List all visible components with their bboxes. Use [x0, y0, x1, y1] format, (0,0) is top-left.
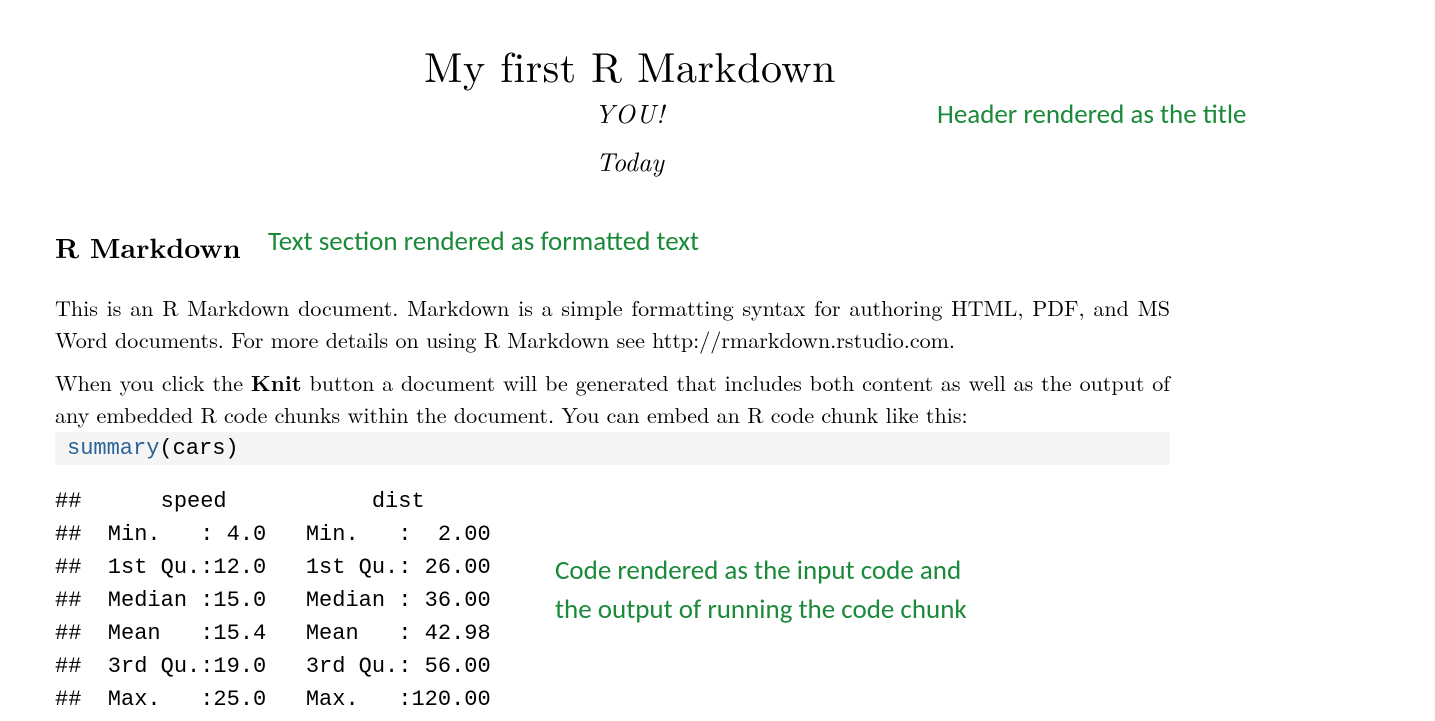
code-args: (cars) — [159, 436, 238, 461]
annotation-code-line1: Code rendered as the input code and — [555, 554, 961, 587]
code-block: summary(cars) — [55, 432, 1170, 465]
document-title: My first R Markdown — [0, 36, 1260, 95]
annotation-code-line2: the output of running the code chunk — [555, 593, 967, 626]
paragraph-2: When you click the Knit button a documen… — [55, 367, 1170, 431]
document-date: Today — [0, 142, 1260, 179]
paragraph-2-pre: When you click the — [55, 367, 251, 398]
knit-bold: Knit — [251, 367, 302, 398]
annotation-code: Code rendered as the input code and the … — [555, 551, 967, 629]
annotation-text-section: Text section rendered as formatted text — [268, 225, 699, 258]
code-output: ## speed dist ## Min. : 4.0 Min. : 2.00 … — [55, 485, 491, 716]
section-heading: R Markdown — [55, 227, 241, 267]
paragraph-1: This is an R Markdown document. Markdown… — [55, 292, 1170, 356]
annotation-header: Header rendered as the title — [937, 98, 1247, 131]
code-function: summary — [67, 436, 159, 461]
